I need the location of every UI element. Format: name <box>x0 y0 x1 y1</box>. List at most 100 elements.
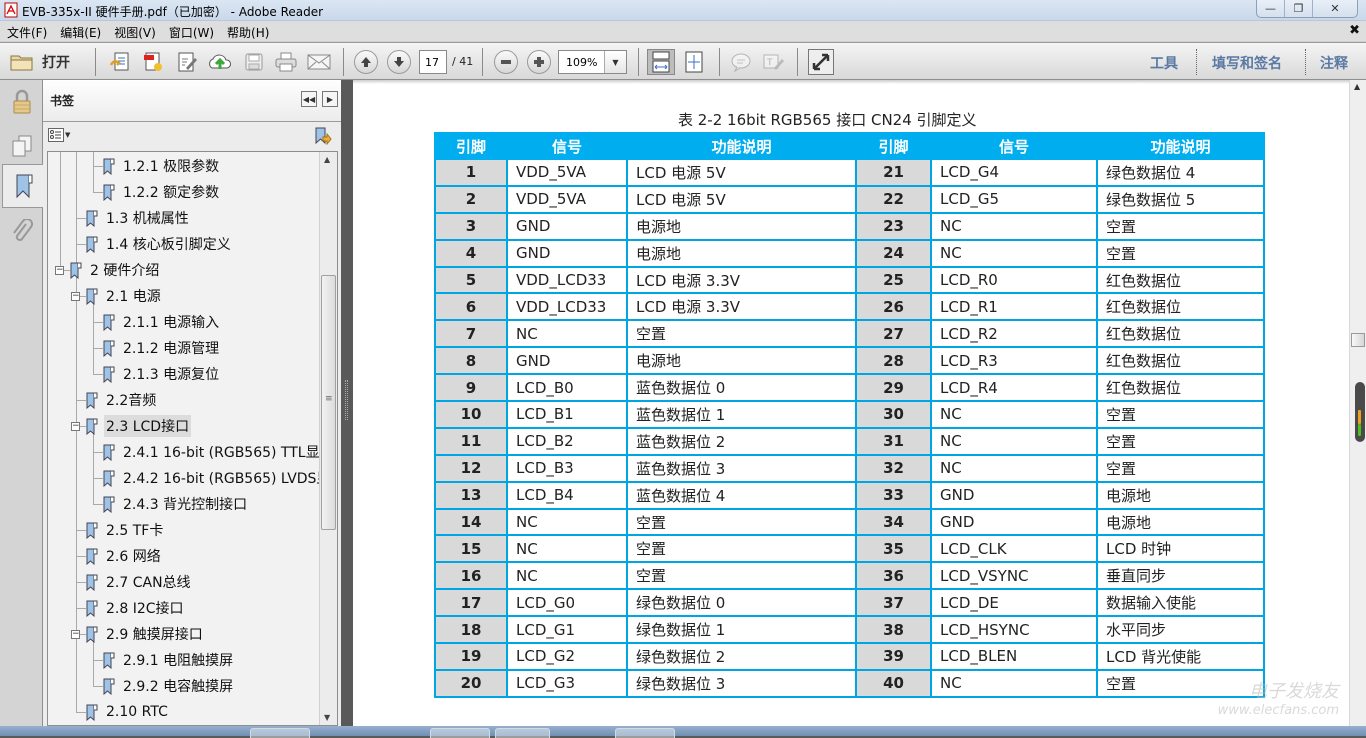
fit-width-button[interactable] <box>647 49 675 75</box>
security-tab[interactable] <box>0 80 43 124</box>
bookmark-item[interactable]: 1.2.2 额定参数 <box>103 181 221 203</box>
zoom-out-button[interactable] <box>494 49 518 75</box>
save-button[interactable] <box>242 49 266 75</box>
taskbar-item[interactable] <box>615 728 675 738</box>
bookmark-item[interactable]: 2 硬件介绍 <box>70 259 161 281</box>
signal-name: LCD_G0 <box>506 588 628 618</box>
function-description: 空置 <box>1096 211 1265 241</box>
document-scrollbar[interactable]: ▲ <box>1349 80 1366 726</box>
signal-name: VDD_5VA <box>506 158 628 187</box>
bookmarks-tab[interactable] <box>2 164 44 208</box>
zoom-level-select[interactable]: 109% ▼ <box>558 50 627 74</box>
bookmark-item[interactable]: 2.9 触摸屏接口 <box>86 623 205 645</box>
folder-icon <box>10 55 33 71</box>
bookmark-options-button[interactable]: ▼ <box>48 128 70 142</box>
highlight-text-button[interactable]: T <box>760 49 786 75</box>
fullscreen-button[interactable] <box>808 49 834 75</box>
bookmark-icon <box>103 184 115 201</box>
open-button[interactable]: 打开 <box>10 49 70 75</box>
bookmark-item[interactable]: 2.9.2 电容触摸屏 <box>103 675 235 697</box>
taskbar-item[interactable] <box>495 728 550 738</box>
taskbar-item[interactable] <box>250 728 310 738</box>
bookmark-item[interactable]: 2.8 I2C接口 <box>86 597 186 619</box>
collapse-toggle[interactable]: − <box>71 422 80 431</box>
close-button[interactable]: ✕ <box>1313 0 1357 17</box>
close-document-icon[interactable]: ✖ <box>1349 23 1360 38</box>
signal-name: GND <box>930 480 1098 510</box>
collapse-toggle[interactable]: − <box>55 266 64 275</box>
bookmark-item[interactable]: 2.4.1 16-bit (RGB565) TTL显示 <box>103 441 336 463</box>
sign-edit-button[interactable] <box>174 49 200 75</box>
bookmark-item[interactable]: 2.6 网络 <box>86 545 163 567</box>
scroll-up-icon[interactable]: ▲ <box>324 155 330 164</box>
signal-name: NC <box>506 561 628 591</box>
combine-files-button[interactable] <box>140 49 166 75</box>
comment-button[interactable] <box>728 49 754 75</box>
menu-help[interactable]: 帮助(H) <box>220 21 275 41</box>
window-controls: — ❐ ✕ <box>1256 0 1358 18</box>
bookmark-item[interactable]: 1.3 机械属性 <box>86 207 191 229</box>
page-number-input[interactable]: 17 <box>419 50 447 74</box>
menu-edit[interactable]: 编辑(E) <box>53 21 107 41</box>
toolbar-separator <box>343 48 344 76</box>
chevron-down-icon[interactable]: ▼ <box>604 51 626 73</box>
fit-page-button[interactable] <box>680 49 708 75</box>
function-description: 红色数据位 <box>1096 373 1265 403</box>
bookmark-icon <box>103 158 115 175</box>
create-pdf-button[interactable] <box>107 49 133 75</box>
function-description: 电源地 <box>1096 507 1265 537</box>
panel-splitter[interactable] <box>341 80 353 726</box>
minimize-button[interactable]: — <box>1257 0 1285 17</box>
table-row: 4 GND 电源地 24 NC 空置 <box>434 238 1265 268</box>
signal-name: VDD_5VA <box>506 184 628 214</box>
taskbar-item[interactable] <box>430 728 490 738</box>
print-button[interactable] <box>273 49 299 75</box>
bookmark-item[interactable]: 2.3 LCD接口 <box>86 415 192 437</box>
bookmark-item[interactable]: 2.1.2 电源管理 <box>103 337 221 359</box>
menu-file[interactable]: 文件(F) <box>0 21 53 41</box>
bookmark-item[interactable]: 2.10 RTC <box>86 701 170 723</box>
cloud-upload-button[interactable] <box>206 49 234 75</box>
bookmark-item[interactable]: 2.4.2 16-bit (RGB565) LVDS显 <box>103 467 332 489</box>
bookmark-item[interactable]: 1.2.1 极限参数 <box>103 155 221 177</box>
bookmark-tree: 1.2.1 极限参数 1.2.2 额定参数 1.3 机械属性 1.4 核心板引脚定义… <box>47 151 338 726</box>
arrow-down-icon <box>394 57 404 67</box>
next-page-button[interactable] <box>387 49 411 75</box>
bookmark-item[interactable]: 2.7 CAN总线 <box>86 571 193 593</box>
expand-bookmark-button[interactable] <box>314 127 332 149</box>
pin-number: 22 <box>855 184 932 214</box>
bookmark-item[interactable]: 2.4.3 背光控制接口 <box>103 493 249 515</box>
pages-tab[interactable] <box>0 124 43 168</box>
bookmark-icon <box>103 366 115 383</box>
bookmark-item[interactable]: 2.9.1 电阻触摸屏 <box>103 649 235 671</box>
zoom-in-button[interactable] <box>527 49 551 75</box>
previous-page-button[interactable] <box>354 49 378 75</box>
bookmark-item[interactable]: 2.2音频 <box>86 389 158 411</box>
collapse-toggle[interactable]: − <box>71 292 80 301</box>
header-pin: 引脚 <box>434 132 508 160</box>
scroll-up-icon[interactable]: ▲ <box>1354 82 1360 91</box>
email-button[interactable] <box>306 49 332 75</box>
pin-number: 5 <box>434 265 508 295</box>
menu-window[interactable]: 窗口(W) <box>162 21 220 41</box>
scroll-down-icon[interactable]: ▼ <box>324 713 330 722</box>
bookmark-item[interactable]: 2.1.1 电源输入 <box>103 311 221 333</box>
bookmark-item[interactable]: 2.1.3 电源复位 <box>103 363 221 385</box>
collapse-panel-button[interactable]: ◀◀ <box>301 91 317 107</box>
restore-button[interactable]: ❐ <box>1285 0 1313 17</box>
tools-link[interactable]: 工具 <box>1150 53 1178 73</box>
collapse-toggle[interactable]: − <box>71 630 80 639</box>
bookmark-item[interactable]: 1.4 核心板引脚定义 <box>86 233 233 255</box>
menu-view[interactable]: 视图(V) <box>107 21 162 41</box>
pin-number: 25 <box>855 265 932 295</box>
function-description: 红色数据位 <box>1096 292 1265 322</box>
attachments-tab[interactable] <box>0 210 43 254</box>
bookmark-tree-scrollbar[interactable]: ▲ ≡ ▼ <box>319 152 337 725</box>
comment-link[interactable]: 注释 <box>1320 53 1348 73</box>
bookmark-item[interactable]: 2.5 TF卡 <box>86 519 165 541</box>
expand-panel-button[interactable]: ▶ <box>322 91 338 107</box>
fill-sign-link[interactable]: 填写和签名 <box>1212 53 1282 73</box>
bookmark-item[interactable]: 2.1 电源 <box>86 285 163 307</box>
scrollbar-thumb[interactable]: ≡ <box>321 275 336 530</box>
scrollbar-thumb[interactable] <box>1351 333 1365 347</box>
